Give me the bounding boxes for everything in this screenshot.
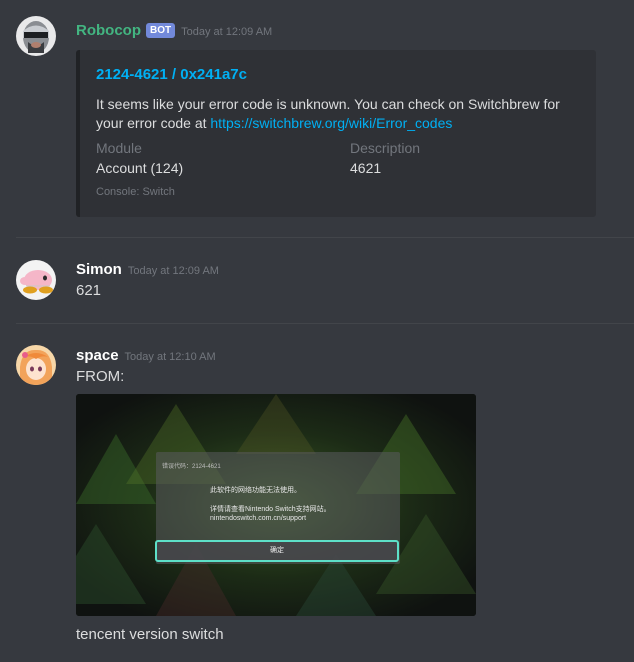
dialog-message-line: nintendoswitch.com.cn/support <box>210 515 307 522</box>
timestamp: Today at 12:10 AM <box>124 351 216 363</box>
message-content: FROM: <box>76 368 125 385</box>
dialog-error-code: 错误代码：2124-4621 <box>162 464 221 470</box>
anime-girl-avatar[interactable] <box>16 345 56 385</box>
dialog-message-line: 此软件的网络功能无法使用。 <box>210 487 301 494</box>
message-caption: tencent version switch <box>76 626 224 643</box>
screenshot-attachment[interactable]: 错误代码：2124-4621 此软件的网络功能无法使用。 详情请查看Ninten… <box>76 394 476 616</box>
username[interactable]: space <box>76 347 119 364</box>
message-space: space Today at 12:10 AM FROM: 错误代码：2124-… <box>0 0 634 662</box>
dialog-ok-button: 确定 <box>155 540 399 562</box>
dialog-message-line: 详情请查看Nintendo Switch支持网站。 <box>210 506 331 513</box>
